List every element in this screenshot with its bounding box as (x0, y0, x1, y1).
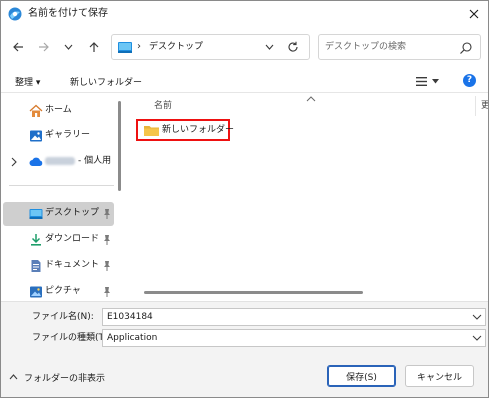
view-options-button[interactable] (411, 72, 443, 90)
help-icon: ? (466, 75, 473, 85)
chevron-down-icon (265, 44, 273, 50)
breadcrumb-desktop[interactable]: デスクトップ (149, 41, 203, 54)
filetype-label: ファイルの種類(T): (32, 333, 111, 343)
onedrive-cloud-icon (29, 157, 43, 166)
recent-locations-button[interactable] (59, 35, 77, 59)
chevron-up-icon (9, 374, 18, 380)
download-icon (31, 234, 41, 246)
refresh-icon (288, 41, 298, 52)
file-list-pane: 名前 更 新しいフォルダー (128, 93, 488, 301)
sidebar-item-pictures[interactable]: ピクチャ (3, 280, 114, 301)
back-button[interactable] (7, 35, 29, 59)
caret-down-icon (431, 78, 439, 83)
blurred-account-name (45, 156, 75, 165)
sort-chevron-up-icon (306, 96, 316, 102)
search-input[interactable]: デスクトップの検索 (318, 34, 481, 60)
title-bar: 名前を付けて保存 (1, 1, 488, 27)
chevron-right-icon[interactable] (10, 157, 18, 167)
column-header-modified[interactable]: 更 (481, 100, 488, 112)
save-button[interactable]: 保存(S) (327, 365, 396, 387)
sidebar-item-downloads[interactable]: ダウンロード (3, 228, 114, 252)
sidebar-item-documents[interactable]: ドキュメント (3, 254, 114, 278)
save-options-panel: ファイル名(N): E1034184 ファイルの種類(T): Applicati… (1, 301, 488, 397)
sidebar-item-label: ダウンロード (45, 234, 100, 244)
sidebar-item-label: ドキュメント (45, 260, 100, 270)
sidebar-item-label: ホーム (45, 105, 72, 115)
sidebar-item-label: - 個人用 (45, 155, 111, 168)
help-button[interactable]: ? (463, 74, 476, 87)
sidebar-item-label-text: - 個人用 (78, 156, 112, 166)
chevron-down-icon[interactable] (472, 334, 482, 342)
cancel-button[interactable]: キャンセル (405, 365, 474, 387)
sidebar-divider (9, 185, 114, 186)
sidebar-item-home[interactable]: ホーム (3, 99, 114, 123)
column-header-name[interactable]: 名前 (154, 100, 172, 112)
pin-icon[interactable] (102, 260, 112, 272)
up-button[interactable] (83, 35, 105, 59)
arrow-up-icon (89, 42, 99, 52)
search-placeholder: デスクトップの検索 (325, 42, 407, 52)
pin-icon[interactable] (102, 234, 112, 246)
list-view-icon (415, 76, 427, 86)
document-icon (31, 260, 41, 272)
organize-button[interactable]: 整理 ▾ (9, 72, 46, 90)
new-folder-button[interactable]: 新しいフォルダー (64, 72, 148, 90)
column-separator[interactable] (475, 96, 476, 116)
home-icon (29, 104, 43, 117)
file-name: 新しいフォルダー (162, 125, 235, 135)
sidebar-item-label: デスクトップ (45, 208, 100, 218)
save-as-dialog: 名前を付けて保存 › デスクトップ デスクトップの検索 整理 ▾ 新しいフォルダ… (0, 0, 489, 398)
arrow-right-icon (39, 42, 49, 52)
filename-input[interactable]: E1034184 (102, 308, 486, 326)
organize-label: 整理 ▾ (15, 77, 41, 88)
filetype-value: Application (107, 333, 158, 343)
hide-folders-button[interactable]: フォルダーの非表示 (9, 368, 105, 386)
sidebar-item-label: ギャラリー (45, 130, 91, 140)
refresh-button[interactable] (284, 39, 302, 55)
search-icon[interactable] (459, 41, 473, 55)
address-dropdown-button[interactable] (262, 39, 276, 55)
navigation-pane: ホーム ギャラリー - 個人用 デスクトップ ダウンロード ドキュメント ピクチ… (1, 93, 128, 301)
arrow-left-icon (13, 42, 23, 52)
sidebar-item-onedrive[interactable]: - 個人用 (3, 150, 114, 174)
folder-icon (144, 126, 159, 136)
filetype-select[interactable]: Application (102, 329, 486, 347)
pictures-icon (30, 286, 42, 298)
sidebar-item-desktop[interactable]: デスクトップ (3, 202, 114, 226)
window-title: 名前を付けて保存 (28, 8, 108, 19)
pin-icon[interactable] (102, 208, 112, 220)
horizontal-scrollbar[interactable] (144, 291, 363, 294)
pin-icon[interactable] (102, 286, 112, 298)
chevron-down-icon (64, 44, 72, 50)
command-toolbar: 整理 ▾ 新しいフォルダー ? (1, 69, 488, 93)
close-icon (469, 9, 478, 19)
breadcrumb-separator: › (137, 41, 141, 52)
sidebar-scrollbar[interactable] (118, 101, 121, 191)
filename-value: E1034184 (107, 312, 153, 322)
file-list-item[interactable]: 新しいフォルダー (136, 119, 234, 141)
forward-button[interactable] (33, 35, 55, 59)
desktop-folder-icon (118, 42, 132, 53)
app-icon (8, 7, 22, 21)
filename-label: ファイル名(N): (32, 312, 94, 322)
chevron-down-icon[interactable] (472, 313, 482, 321)
new-folder-label: 新しいフォルダー (70, 77, 143, 88)
sidebar-item-gallery[interactable]: ギャラリー (3, 124, 114, 148)
sidebar-item-label: ピクチャ (45, 286, 81, 296)
hide-folders-label: フォルダーの非表示 (24, 373, 106, 384)
address-bar[interactable]: › デスクトップ (111, 34, 310, 60)
gallery-icon (30, 130, 42, 142)
desktop-icon (29, 209, 43, 219)
close-button[interactable] (459, 1, 488, 27)
